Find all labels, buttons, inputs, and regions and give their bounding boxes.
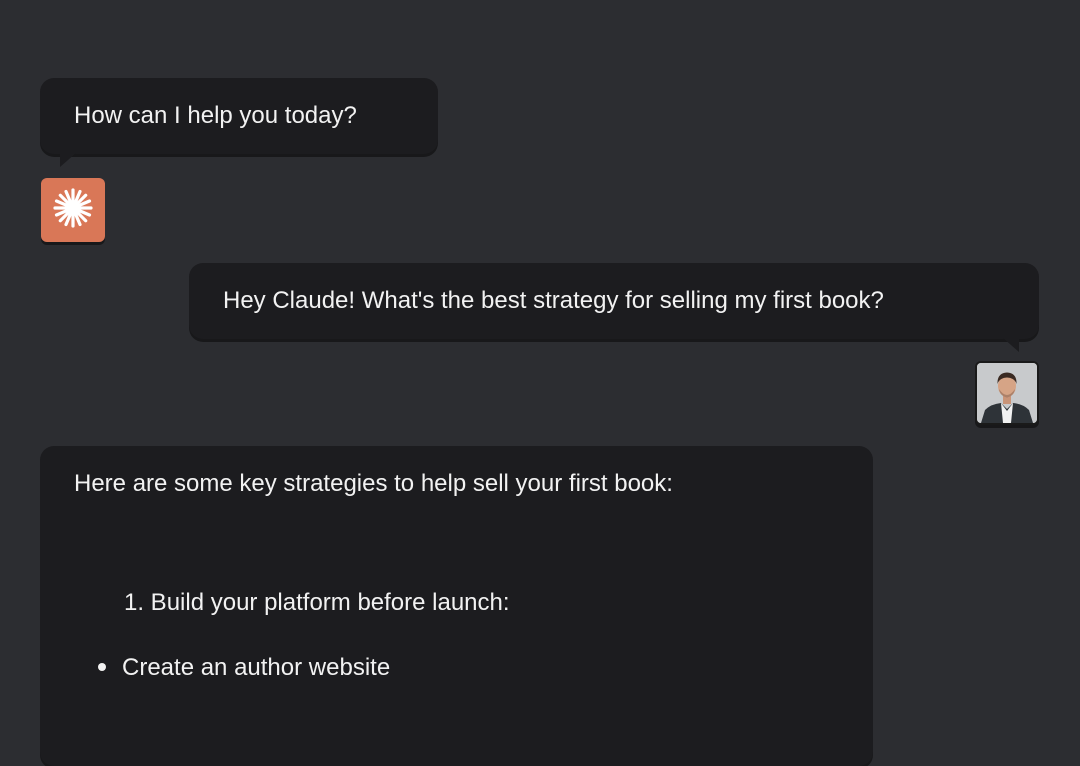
bubble-tail	[60, 153, 76, 167]
user-avatar	[975, 361, 1039, 425]
bullet-item-text: Create an author website	[122, 654, 391, 681]
assistant-reply-bubble: Here are some key strategies to help sel…	[40, 446, 873, 766]
assistant-greeting-text: How can I help you today?	[74, 102, 357, 129]
bubble-tail	[1003, 338, 1019, 352]
bullet-icon	[98, 662, 106, 671]
numbered-list-item: 1. Build your platform before launch:	[124, 589, 510, 616]
user-message-bubble: Hey Claude! What's the best strategy for…	[189, 263, 1039, 352]
assistant-reply-intro: Here are some key strategies to help sel…	[74, 470, 673, 497]
user-message-text: Hey Claude! What's the best strategy for…	[223, 287, 884, 314]
bullet-list-item: Create an author website	[98, 652, 390, 684]
assistant-avatar	[41, 178, 105, 242]
starburst-icon	[51, 186, 95, 235]
user-photo	[977, 363, 1037, 423]
assistant-message-bubble: How can I help you today?	[40, 78, 438, 167]
